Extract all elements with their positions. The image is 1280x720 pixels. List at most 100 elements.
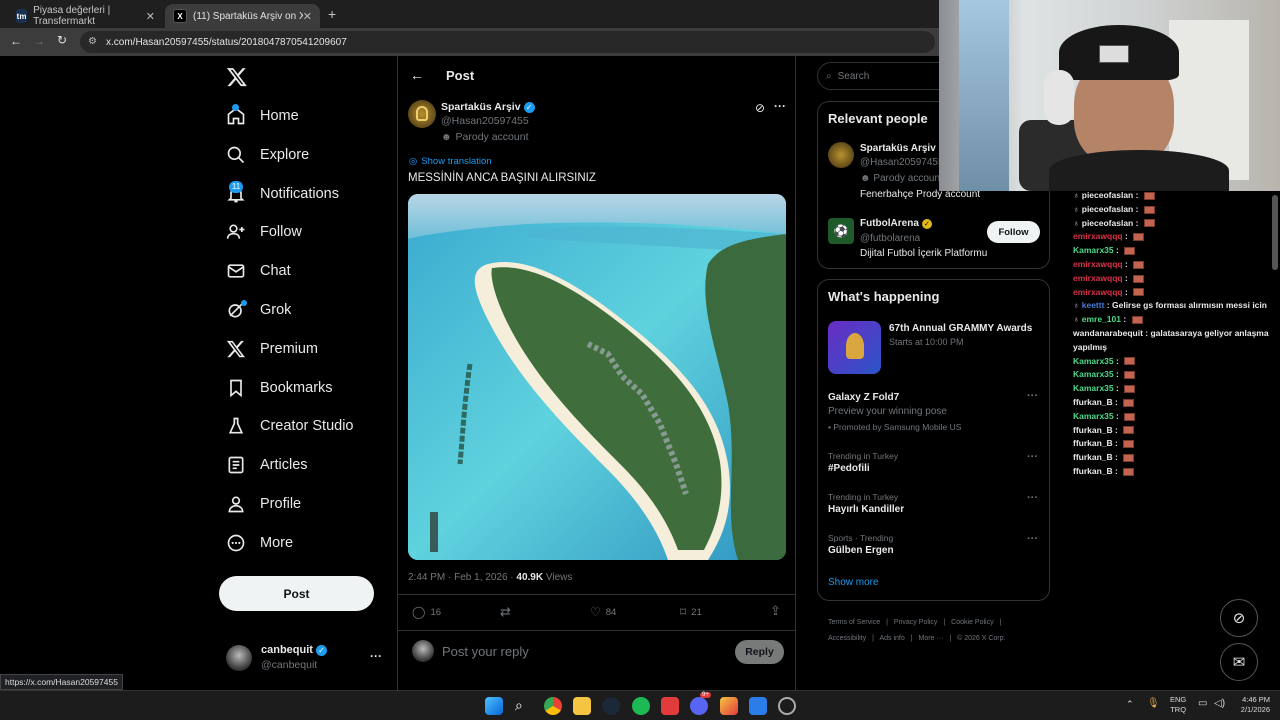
forward-icon[interactable]: → <box>33 34 45 48</box>
discord-icon[interactable]: 9+ <box>690 692 711 715</box>
footer-link[interactable]: Cookie Policy <box>951 619 993 626</box>
search-input[interactable]: ⌕ Search <box>817 62 957 90</box>
show-translation-link[interactable]: ◎ Show translation <box>409 156 492 167</box>
footer-link[interactable]: More ··· <box>919 635 944 642</box>
app-icon[interactable] <box>720 697 738 715</box>
post-button[interactable]: Post <box>219 576 374 611</box>
more-options-icon[interactable]: ··· <box>1027 533 1038 545</box>
avatar[interactable]: ⚽ <box>828 218 854 244</box>
app-icon[interactable] <box>661 697 679 715</box>
nav-notifications[interactable]: Notifications 11 <box>226 179 339 209</box>
badge-icon: ♁ <box>1073 203 1082 214</box>
footer-link[interactable]: Privacy Policy <box>894 619 938 626</box>
avatar[interactable] <box>408 100 436 128</box>
language-indicator[interactable]: ENG TRQ <box>1170 695 1186 715</box>
clock[interactable]: 4:46 PM 2/1/2026 <box>1232 695 1270 715</box>
author-handle[interactable]: @Hasan20597455 <box>441 115 529 127</box>
grok-icon[interactable]: ⊘ <box>755 101 765 115</box>
avatar[interactable] <box>828 142 854 168</box>
mail-icon[interactable]: ✉ <box>1220 643 1258 681</box>
url-input[interactable]: ⚙ x.com/Hasan20597455/status/20180478705… <box>80 31 935 53</box>
author-name-row[interactable]: Spartaküs Arşiv ✓ <box>441 101 535 113</box>
person-name[interactable]: FutbolArena <box>860 218 919 229</box>
nav-bookmarks[interactable]: Bookmarks <box>226 373 333 403</box>
reply-input[interactable]: Post your reply <box>442 644 529 659</box>
nav-articles[interactable]: Articles <box>226 450 308 480</box>
app-icon[interactable] <box>749 697 767 715</box>
grok-icon[interactable]: ⊘ <box>1220 599 1258 637</box>
close-icon[interactable]: ✕ <box>146 10 155 23</box>
nav-profile[interactable]: Profile <box>226 489 301 519</box>
grammy-icon <box>846 333 864 359</box>
reload-icon[interactable]: ↻ <box>57 33 67 47</box>
show-more-link[interactable]: Show more <box>828 577 879 588</box>
nav-creator-studio[interactable]: Creator Studio <box>226 411 354 441</box>
settings-icon[interactable] <box>778 697 796 715</box>
spotify-icon[interactable] <box>632 697 650 715</box>
nav-label: Articles <box>260 457 308 473</box>
emote-icon <box>1124 412 1136 421</box>
nav-premium[interactable]: Premium <box>226 334 318 364</box>
nav-grok[interactable]: Grok <box>226 295 291 325</box>
nav-chat[interactable]: Chat <box>226 256 291 286</box>
network-icon[interactable]: ▭ <box>1198 698 1207 709</box>
shirt <box>1049 150 1229 191</box>
event-image[interactable] <box>828 321 881 374</box>
volume-icon[interactable]: ◁) <box>1214 698 1225 709</box>
nav-follow[interactable]: Follow <box>226 217 302 247</box>
post-image[interactable] <box>408 194 786 560</box>
tab-x-post[interactable]: X (11) Spartaküs Arşiv on X: "@fu ✕ <box>165 4 320 28</box>
flask-icon <box>228 417 244 434</box>
like-action[interactable]: ♡ 84 <box>590 605 616 619</box>
nav-explore[interactable]: Explore <box>226 140 309 170</box>
more-options-icon[interactable]: ··· <box>1027 492 1038 504</box>
nav-home[interactable]: Home <box>226 101 299 131</box>
footer-link[interactable]: Terms of Service <box>828 619 880 626</box>
chrome-icon[interactable] <box>544 697 562 715</box>
more-options-icon[interactable]: ··· <box>1027 390 1038 402</box>
trend-name[interactable]: Gülben Ergen <box>828 545 894 556</box>
nav-label: Grok <box>260 302 292 318</box>
event-title[interactable]: 67th Annual GRAMMY Awards <box>889 323 1044 334</box>
person-name[interactable]: Spartaküs Arşiv <box>860 143 936 154</box>
folder-icon[interactable] <box>573 697 591 715</box>
back-arrow-icon[interactable]: ← <box>410 67 424 83</box>
chat-message: ffurkan_B : <box>1073 438 1135 448</box>
repost-icon[interactable]: ⇄ <box>500 604 511 620</box>
share-icon[interactable]: ⇪ <box>770 603 781 619</box>
windows-taskbar: ⌕ 9+ ⌃ 🎙 ENG TRQ ▭ ◁) 4:46 PM 2/1/2026 <box>0 690 1280 720</box>
steam-icon[interactable] <box>602 697 620 715</box>
promo-title[interactable]: Galaxy Z Fold7 <box>828 392 899 403</box>
microphone-icon[interactable]: 🎙 <box>1147 698 1160 709</box>
tray-chevron-icon[interactable]: ⌃ <box>1126 699 1134 710</box>
account-handle: @canbequit <box>261 659 318 671</box>
account-switcher[interactable]: canbequit ✓ @canbequit ··· <box>226 643 386 675</box>
search-icon[interactable]: ⌕ <box>515 697 533 715</box>
gold-verified-icon: ✓ <box>921 218 932 229</box>
new-tab-button[interactable]: + <box>328 6 336 22</box>
more-options-icon[interactable]: ··· <box>774 99 786 113</box>
footer-link[interactable]: Accessibility <box>828 635 866 642</box>
nav-more[interactable]: More <box>226 528 293 558</box>
bookmark-action[interactable]: ⌑ 21 <box>680 605 702 619</box>
tab-transfermarkt[interactable]: tm Piyasa değerleri | Transfermarkt ✕ <box>8 4 163 28</box>
trend-name[interactable]: Hayırlı Kandiller <box>828 504 904 515</box>
divider <box>398 630 795 631</box>
scrollbar[interactable] <box>1272 195 1278 270</box>
trend-name[interactable]: #Pedofili <box>828 463 870 474</box>
follow-button[interactable]: Follow <box>987 221 1040 243</box>
back-icon[interactable]: ← <box>10 34 22 48</box>
reply-button[interactable]: Reply <box>735 640 784 664</box>
windows-start-icon[interactable] <box>485 697 503 715</box>
more-options-icon[interactable]: ··· <box>1027 451 1038 463</box>
x-logo-icon[interactable] <box>226 66 248 88</box>
footer-link[interactable]: Ads info <box>879 635 904 642</box>
chat-text: Gelirse gs forması alırmısın messi icin <box>1112 300 1267 311</box>
cap <box>1059 25 1179 80</box>
chat-username: keettt <box>1081 300 1105 311</box>
account-menu-icon[interactable]: ··· <box>370 649 382 663</box>
reply-action[interactable]: ◯ 16 <box>412 605 441 619</box>
site-info-icon[interactable]: ⚙ <box>88 36 97 47</box>
chat-username: Kamarx35 <box>1073 369 1114 380</box>
close-icon[interactable]: ✕ <box>303 10 312 23</box>
